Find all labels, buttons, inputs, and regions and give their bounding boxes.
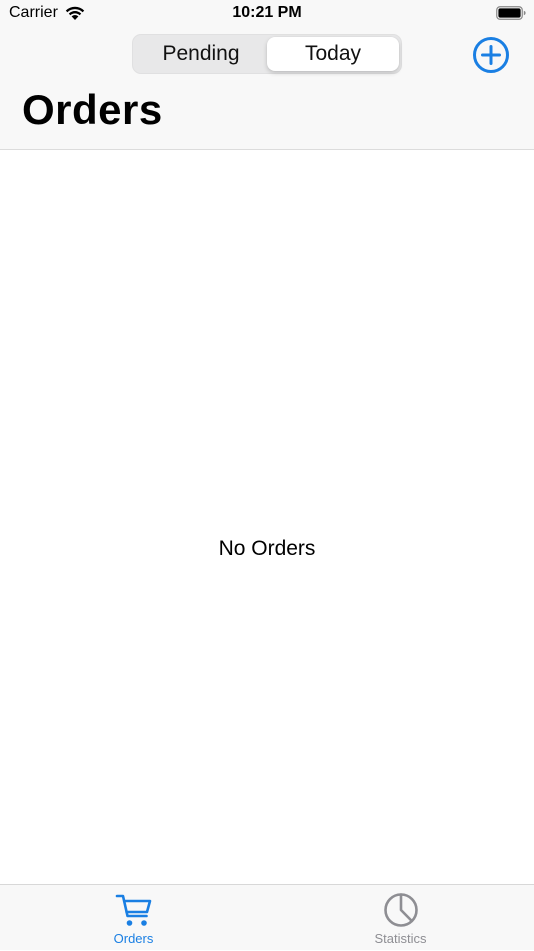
order-filter-segmented-control: Pending Today: [132, 34, 402, 74]
tab-statistics-label: Statistics: [374, 931, 427, 946]
cart-icon: [115, 894, 151, 926]
tab-orders[interactable]: Orders: [0, 885, 267, 951]
segment-pending[interactable]: Pending: [135, 37, 267, 71]
tab-orders-label: Orders: [113, 931, 154, 946]
page-title: Orders: [22, 86, 163, 133]
tab-statistics[interactable]: Statistics: [267, 885, 534, 951]
battery-icon: [496, 6, 526, 20]
status-bar: Carrier 10:21 PM: [0, 0, 534, 30]
orders-list: No Orders: [0, 150, 534, 884]
segment-today[interactable]: Today: [267, 37, 399, 71]
empty-state-message: No Orders: [218, 537, 316, 560]
plus-circle-icon[interactable]: [472, 36, 510, 74]
pie-chart-icon: [383, 893, 418, 927]
tab-bar: Orders Statistics: [0, 884, 534, 950]
status-time: 10:21 PM: [232, 4, 302, 21]
navigation-bar: Pending Today Orders: [0, 30, 534, 150]
